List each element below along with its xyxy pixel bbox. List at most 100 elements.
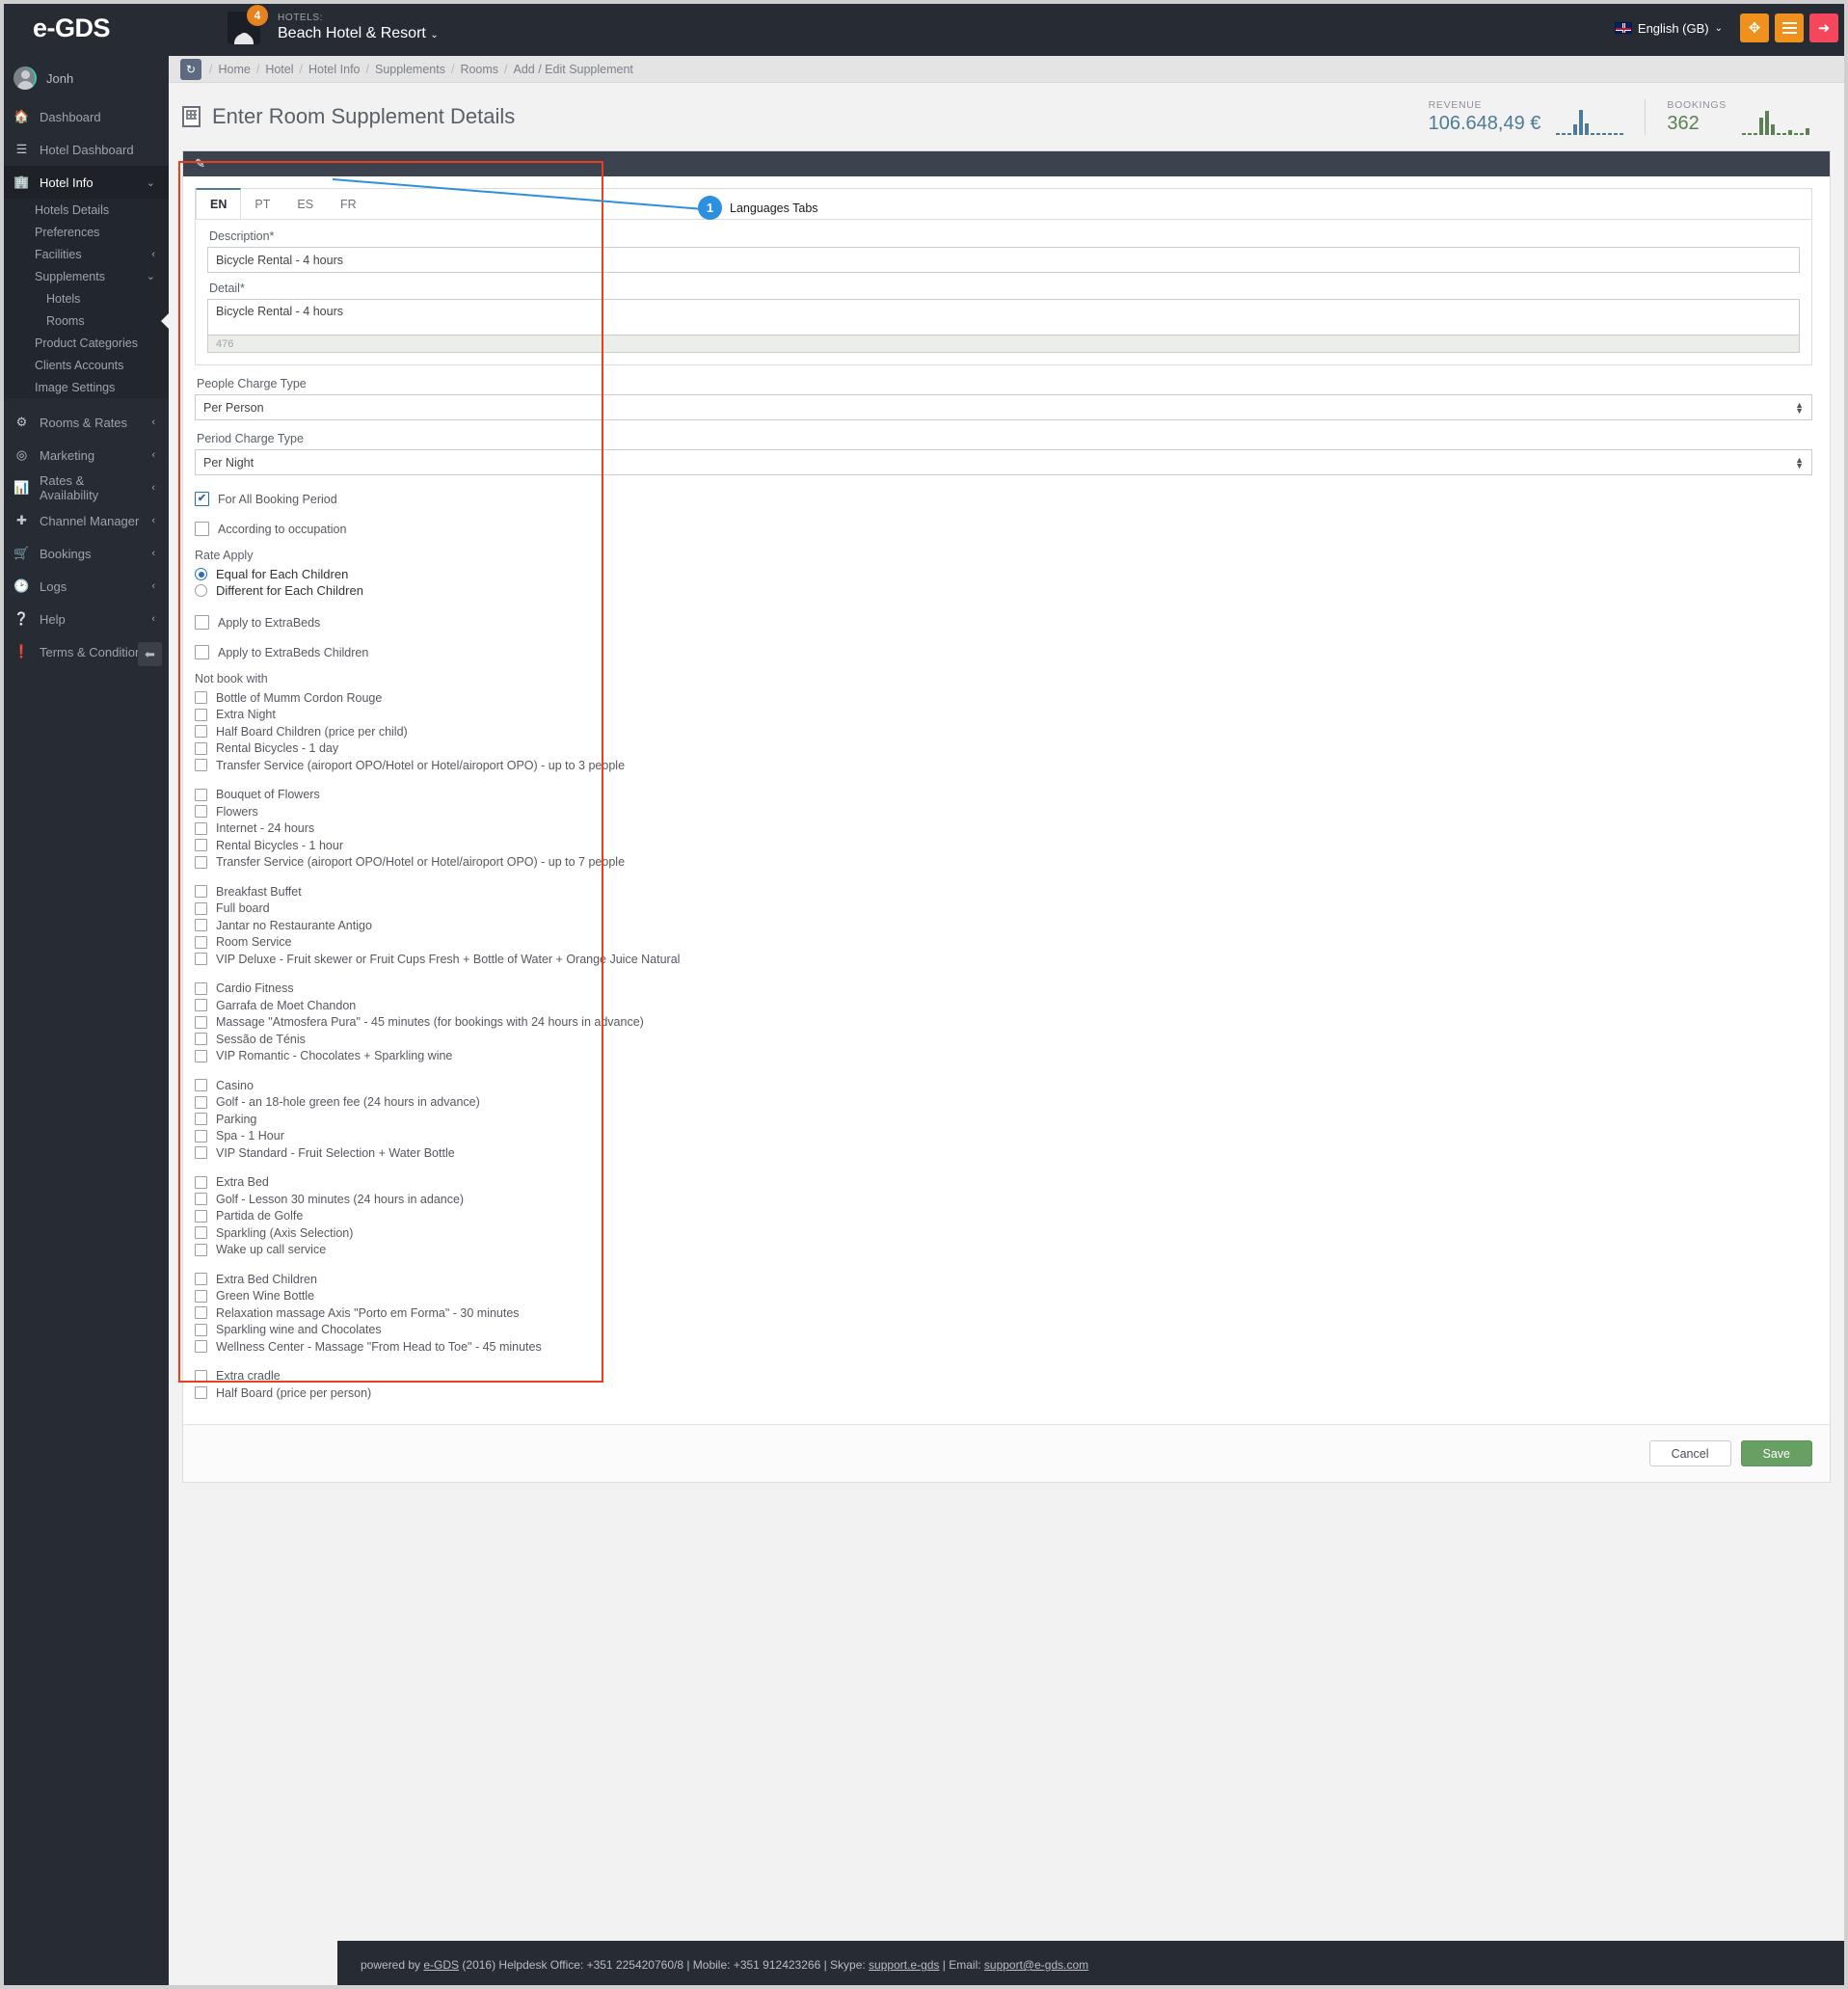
sidebar-item-marketing[interactable]: ◎ Marketing ‹ bbox=[0, 439, 169, 471]
save-button[interactable]: Save bbox=[1740, 1440, 1812, 1466]
not-book-with-item[interactable]: Parking bbox=[195, 1111, 1812, 1127]
notification-badge[interactable]: 4 bbox=[247, 5, 268, 26]
checkbox-icon bbox=[195, 839, 207, 851]
for-all-booking-period-checkbox[interactable]: For All Booking Period bbox=[195, 491, 1812, 507]
not-book-with-item[interactable]: Half Board (price per person) bbox=[195, 1384, 1812, 1401]
rate-apply-option-label: Equal for Each Children bbox=[216, 567, 349, 581]
not-book-with-item[interactable]: Flowers bbox=[195, 803, 1812, 820]
not-book-with-item[interactable]: Spa - 1 Hour bbox=[195, 1128, 1812, 1144]
rate-apply-option-different[interactable]: Different for Each Children bbox=[195, 582, 1812, 599]
breadcrumb-item-hotel[interactable]: Hotel bbox=[265, 63, 293, 76]
tab-en[interactable]: EN bbox=[196, 188, 242, 219]
not-book-with-item[interactable]: Cardio Fitness bbox=[195, 981, 1812, 997]
sidebar-user[interactable]: Jonh bbox=[0, 56, 169, 100]
sidebar-item-image-settings[interactable]: Image Settings bbox=[0, 376, 169, 398]
not-book-with-item[interactable]: Internet - 24 hours bbox=[195, 820, 1812, 837]
description-input[interactable]: Bicycle Rental - 4 hours bbox=[207, 247, 1800, 273]
not-book-with-item[interactable]: Rental Bicycles - 1 day bbox=[195, 740, 1812, 757]
page-footer: powered by e-GDS (2016) Helpdesk Office:… bbox=[337, 1941, 1848, 1989]
sidebar-item-supplements-rooms[interactable]: Rooms bbox=[0, 309, 169, 332]
not-book-with-item[interactable]: Sparkling (Axis Selection) bbox=[195, 1224, 1812, 1241]
detail-textarea[interactable]: Bicycle Rental - 4 hours bbox=[207, 299, 1800, 336]
not-book-with-item[interactable]: VIP Deluxe - Fruit skewer or Fruit Cups … bbox=[195, 951, 1812, 967]
not-book-with-item[interactable]: Massage "Atmosfera Pura" - 45 minutes (f… bbox=[195, 1014, 1812, 1031]
not-book-with-item[interactable]: Jantar no Restaurante Antigo bbox=[195, 917, 1812, 933]
according-to-occupation-checkbox[interactable]: According to occupation bbox=[195, 521, 1812, 537]
tab-es[interactable]: ES bbox=[283, 189, 327, 219]
not-book-with-item[interactable]: Garrafa de Moet Chandon bbox=[195, 997, 1812, 1013]
not-book-with-item[interactable]: Casino bbox=[195, 1077, 1812, 1093]
footer-link-email[interactable]: support@e-gds.com bbox=[984, 1958, 1088, 1972]
not-book-with-item[interactable]: Rental Bicycles - 1 hour bbox=[195, 837, 1812, 853]
not-book-with-item-label: Cardio Fitness bbox=[216, 981, 294, 995]
not-book-with-item[interactable]: Wellness Center - Massage "From Head to … bbox=[195, 1338, 1812, 1355]
not-book-with-item[interactable]: Wake up call service bbox=[195, 1242, 1812, 1258]
not-book-with-item[interactable]: Bottle of Mumm Cordon Rouge bbox=[195, 689, 1812, 706]
not-book-with-item[interactable]: Golf - Lesson 30 minutes (24 hours in ad… bbox=[195, 1191, 1812, 1207]
logout-icon[interactable]: ➜ bbox=[1809, 13, 1838, 42]
not-book-with-item[interactable]: Bouquet of Flowers bbox=[195, 787, 1812, 803]
sidebar-item-hotel-dashboard[interactable]: ☰ Hotel Dashboard bbox=[0, 133, 169, 166]
sidebar-item-preferences[interactable]: Preferences bbox=[0, 221, 169, 243]
period-charge-select[interactable]: Per Night ▲ ▼ bbox=[195, 449, 1812, 475]
form-panel: ✎ EN PT ES FR Description* Bicycle Renta… bbox=[182, 150, 1831, 1483]
sidebar-item-channel-manager[interactable]: ✚ Channel Manager ‹ bbox=[0, 504, 169, 537]
brand-logo[interactable]: e-GDS bbox=[0, 0, 220, 56]
checkbox-icon bbox=[195, 615, 209, 630]
sidebar-item-bookings[interactable]: 🛒 Bookings ‹ bbox=[0, 537, 169, 570]
not-book-with-item[interactable]: Relaxation massage Axis "Porto em Forma"… bbox=[195, 1304, 1812, 1321]
not-book-with-item[interactable]: Golf - an 18-hole green fee (24 hours in… bbox=[195, 1094, 1812, 1111]
not-book-with-item[interactable]: Full board bbox=[195, 900, 1812, 917]
footer-link-skype[interactable]: support.e-gds bbox=[869, 1958, 939, 1972]
sidebar-item-supplements-hotels[interactable]: Hotels bbox=[0, 287, 169, 309]
people-charge-select[interactable]: Per Person ▲ ▼ bbox=[195, 394, 1812, 420]
sidebar-item-hotels-details[interactable]: Hotels Details bbox=[0, 199, 169, 221]
sidebar-item-hotel-info[interactable]: 🏢 Hotel Info ⌄ bbox=[0, 166, 169, 199]
breadcrumb-item-rooms[interactable]: Rooms bbox=[460, 63, 498, 76]
not-book-with-item[interactable]: Sessão de Ténis bbox=[195, 1031, 1812, 1047]
tab-pt[interactable]: PT bbox=[241, 189, 283, 219]
not-book-with-item[interactable]: Breakfast Buffet bbox=[195, 883, 1812, 900]
hamburger-icon[interactable] bbox=[1775, 13, 1804, 42]
not-book-with-item[interactable]: Partida de Golfe bbox=[195, 1208, 1812, 1224]
apply-to-extrabeds-checkbox[interactable]: Apply to ExtraBeds bbox=[195, 614, 1812, 631]
not-book-with-item-label: Half Board (price per person) bbox=[216, 1385, 372, 1400]
collapse-left-icon[interactable]: ⬅ bbox=[138, 642, 162, 666]
not-book-with-item[interactable]: Half Board Children (price per child) bbox=[195, 723, 1812, 739]
not-book-with-item[interactable]: Extra Bed bbox=[195, 1174, 1812, 1191]
not-book-with-item[interactable]: Extra Night bbox=[195, 707, 1812, 723]
rate-apply-option-equal[interactable]: Equal for Each Children bbox=[195, 566, 1812, 582]
not-book-with-item[interactable]: Transfer Service (airoport OPO/Hotel or … bbox=[195, 854, 1812, 871]
sidebar-item-help[interactable]: ❔ Help ‹ bbox=[0, 603, 169, 635]
not-book-with-item[interactable]: Extra Bed Children bbox=[195, 1271, 1812, 1287]
sidebar-item-product-categories[interactable]: Product Categories bbox=[0, 332, 169, 354]
hotel-avatar[interactable]: 4 bbox=[228, 5, 268, 44]
apply-to-extrabeds-children-checkbox[interactable]: Apply to ExtraBeds Children bbox=[195, 644, 1812, 660]
language-selector[interactable]: English (GB) ⌄ bbox=[1614, 21, 1723, 36]
breadcrumb-item-home[interactable]: Home bbox=[218, 63, 250, 76]
not-book-with-item[interactable]: Sparkling wine and Chocolates bbox=[195, 1322, 1812, 1338]
breadcrumb-item-hotel-info[interactable]: Hotel Info bbox=[308, 63, 361, 76]
sidebar-item-logs[interactable]: 🕑 Logs ‹ bbox=[0, 570, 169, 603]
not-book-with-item-label: Transfer Service (airoport OPO/Hotel or … bbox=[216, 855, 626, 869]
not-book-with-item[interactable]: VIP Standard - Fruit Selection + Water B… bbox=[195, 1144, 1812, 1161]
not-book-with-item[interactable]: VIP Romantic - Chocolates + Sparkling wi… bbox=[195, 1048, 1812, 1064]
stepper-icon: ▲ ▼ bbox=[1795, 399, 1804, 416]
expand-arrows-icon[interactable]: ✥ bbox=[1740, 13, 1769, 42]
sidebar-item-rooms-rates[interactable]: ⚙ Rooms & Rates ‹ bbox=[0, 406, 169, 439]
sidebar-item-supplements[interactable]: Supplements ⌄ bbox=[0, 265, 169, 287]
not-book-with-item[interactable]: Transfer Service (airoport OPO/Hotel or … bbox=[195, 757, 1812, 773]
footer-link-egds[interactable]: e-GDS bbox=[423, 1958, 459, 1972]
sidebar-item-facilities[interactable]: Facilities ‹ bbox=[0, 243, 169, 265]
chevron-down-icon: ⌄ bbox=[146, 271, 155, 282]
not-book-with-item[interactable]: Extra cradle bbox=[195, 1368, 1812, 1384]
not-book-with-item[interactable]: Room Service bbox=[195, 934, 1812, 951]
hotel-selector[interactable]: HOTELS: Beach Hotel & Resort ⌄ bbox=[278, 13, 439, 42]
sidebar-item-rates-availability[interactable]: 📊 Rates & Availability ‹ bbox=[0, 471, 169, 504]
not-book-with-item[interactable]: Green Wine Bottle bbox=[195, 1288, 1812, 1304]
sidebar-item-dashboard[interactable]: 🏠 Dashboard bbox=[0, 100, 169, 133]
breadcrumb-item-supplements[interactable]: Supplements bbox=[375, 63, 445, 76]
refresh-icon[interactable]: ↻ bbox=[180, 58, 201, 80]
cancel-button[interactable]: Cancel bbox=[1648, 1440, 1731, 1466]
sidebar-item-clients-accounts[interactable]: Clients Accounts bbox=[0, 354, 169, 376]
